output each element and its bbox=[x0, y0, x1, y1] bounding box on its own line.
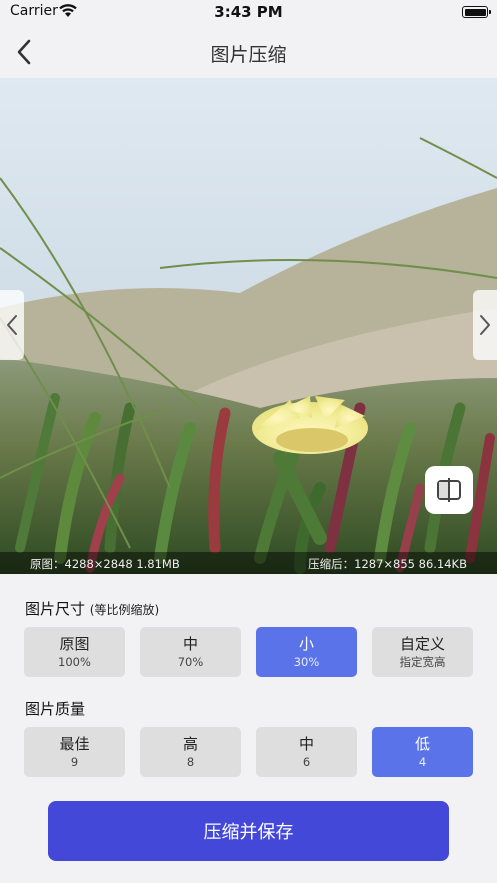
option-sub: 指定宽高 bbox=[399, 655, 446, 669]
option-label: 中 bbox=[298, 735, 314, 753]
option-label: 低 bbox=[414, 735, 430, 753]
compressed-info: 压缩后：1287×855 86.14KB bbox=[308, 557, 467, 571]
image-preview: 原图：4288×2848 1.81MB 压缩后：1287×855 86.14KB bbox=[0, 78, 497, 574]
quality-option-best[interactable]: 最佳 9 bbox=[24, 727, 125, 777]
battery-icon bbox=[462, 6, 491, 18]
compress-save-label: 压缩并保存 bbox=[203, 822, 294, 843]
size-option-original[interactable]: 原图 100% bbox=[24, 627, 125, 677]
preview-photo bbox=[0, 78, 497, 574]
size-option-small[interactable]: 小 30% bbox=[256, 627, 357, 677]
size-section-title: 图片尺寸 (等比例缩放) bbox=[25, 598, 159, 619]
option-label: 原图 bbox=[59, 635, 90, 653]
image-info-bar: 原图：4288×2848 1.81MB 压缩后：1287×855 86.14KB bbox=[0, 552, 497, 574]
option-label: 自定义 bbox=[399, 635, 445, 653]
option-sub: 70% bbox=[177, 655, 204, 669]
size-section-hint: (等比例缩放) bbox=[89, 603, 160, 617]
option-sub: 6 bbox=[302, 755, 311, 769]
previous-image-button[interactable] bbox=[0, 290, 24, 360]
page-title: 图片压缩 bbox=[210, 44, 287, 66]
option-sub: 8 bbox=[186, 755, 195, 769]
split-compare-icon bbox=[437, 478, 461, 502]
compress-save-button[interactable]: 压缩并保存 bbox=[48, 801, 449, 861]
original-info: 原图：4288×2848 1.81MB bbox=[30, 557, 180, 571]
option-sub: 100% bbox=[58, 655, 91, 669]
quality-option-medium[interactable]: 中 6 bbox=[256, 727, 357, 777]
chevron-right-icon bbox=[480, 315, 490, 335]
quality-section-label: 图片质量 bbox=[25, 700, 86, 718]
next-image-button[interactable] bbox=[473, 290, 497, 360]
option-sub: 9 bbox=[70, 755, 79, 769]
option-label: 小 bbox=[298, 635, 314, 653]
status-bar: Carrier 3:43 PM bbox=[0, 0, 497, 26]
quality-option-high[interactable]: 高 8 bbox=[140, 727, 241, 777]
quality-option-low[interactable]: 低 4 bbox=[372, 727, 473, 777]
size-section-label: 图片尺寸 bbox=[25, 600, 86, 618]
option-label: 最佳 bbox=[59, 735, 90, 753]
chevron-left-icon bbox=[7, 315, 17, 335]
quality-section-title: 图片质量 bbox=[25, 698, 85, 719]
option-sub: 30% bbox=[293, 655, 320, 669]
option-label: 中 bbox=[182, 635, 198, 653]
size-option-custom[interactable]: 自定义 指定宽高 bbox=[372, 627, 473, 677]
option-label: 高 bbox=[182, 735, 198, 753]
size-option-medium[interactable]: 中 70% bbox=[140, 627, 241, 677]
clock: 3:43 PM bbox=[214, 3, 283, 21]
option-sub: 4 bbox=[418, 755, 427, 769]
compare-button[interactable] bbox=[425, 466, 473, 514]
nav-bar: 图片压缩 bbox=[0, 26, 497, 79]
